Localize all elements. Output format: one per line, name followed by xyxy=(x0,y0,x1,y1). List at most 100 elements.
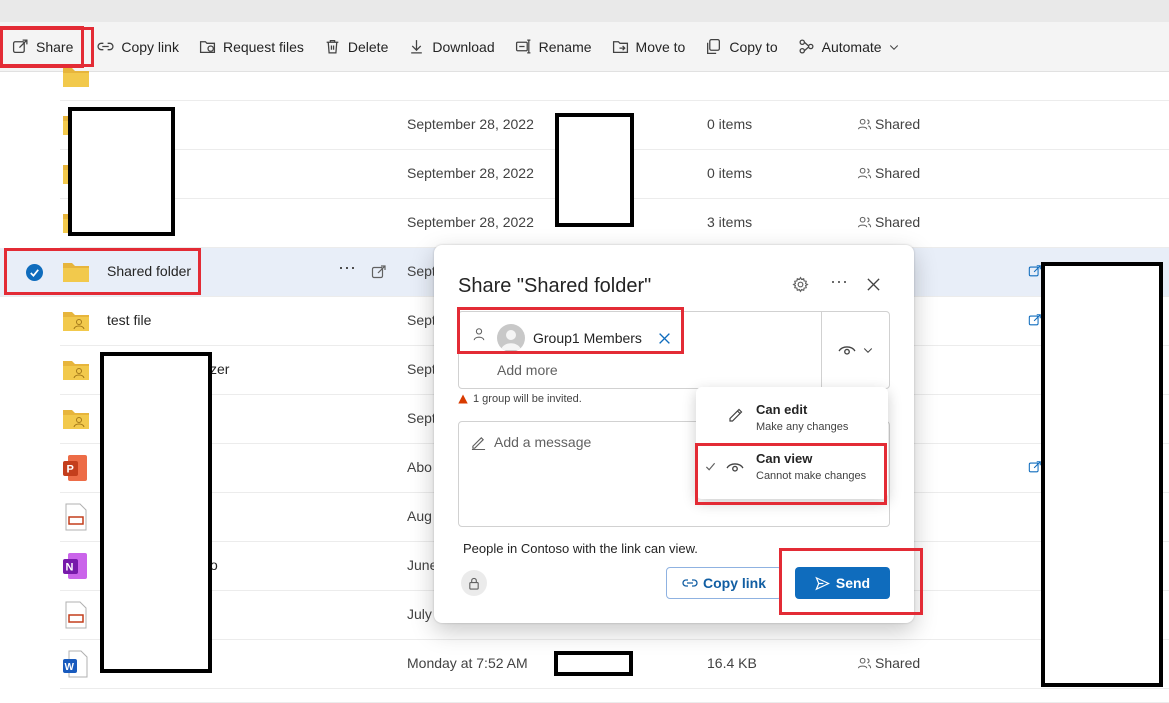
eye-icon xyxy=(726,463,744,472)
recipient-name: Group1 Members xyxy=(533,330,642,346)
rename-icon xyxy=(515,39,531,54)
send-label: Send xyxy=(835,575,871,591)
trash-icon xyxy=(326,40,339,54)
shared-folder-icon xyxy=(62,358,90,382)
share-button[interactable]: Share xyxy=(0,25,85,68)
download-icon xyxy=(411,40,423,54)
menu-item-can-view[interactable]: Can view Cannot make changes xyxy=(696,444,888,494)
menu-item-can-edit[interactable]: Can edit Make any changes xyxy=(696,390,888,440)
folder-icon xyxy=(62,65,90,89)
link-settings-text[interactable]: People in Contoso with the link can view… xyxy=(463,541,698,556)
permission-menu: Can edit Make any changes Can view Canno… xyxy=(696,387,888,499)
permission-dropdown-button[interactable] xyxy=(821,312,890,388)
automate-icon xyxy=(799,39,814,54)
download-label: Download xyxy=(432,38,495,55)
modified-date: Aug xyxy=(407,508,432,524)
modified-date: Abo xyxy=(407,459,432,475)
copy-icon xyxy=(707,38,721,55)
sharing-status: Shared xyxy=(857,655,920,671)
send-button[interactable]: Send xyxy=(795,567,890,599)
link-icon xyxy=(97,42,114,51)
folder-icon xyxy=(62,260,90,284)
invite-warning: 1 group will be invited. xyxy=(458,393,582,405)
sharing-status: Shared xyxy=(857,165,920,181)
eye-icon xyxy=(838,346,856,355)
file-size: 0 items xyxy=(707,116,753,132)
recipient-chip[interactable]: Group1 Members xyxy=(497,322,671,354)
send-icon xyxy=(815,576,830,590)
gear-icon[interactable] xyxy=(792,276,809,293)
file-size: 0 items xyxy=(707,165,753,181)
move-to-label: Move to xyxy=(635,38,686,55)
lock-icon[interactable] xyxy=(461,570,487,596)
download-button[interactable]: Download xyxy=(408,31,495,63)
dialog-title: Share "Shared folder" xyxy=(458,275,652,297)
modified-date: Sept xyxy=(407,312,436,328)
menu-item-subtitle: Make any changes xyxy=(756,421,849,433)
pencil-icon xyxy=(729,408,743,422)
list-item[interactable] xyxy=(60,689,1169,703)
file-size: 3 items xyxy=(707,214,753,230)
folder-move-icon xyxy=(612,41,628,53)
share-icon[interactable] xyxy=(371,264,387,280)
copy-to-button[interactable]: Copy to xyxy=(705,31,778,63)
onenote-icon: N xyxy=(62,552,88,580)
warning-icon xyxy=(458,394,468,404)
svg-text:P: P xyxy=(67,464,74,476)
share-icon xyxy=(1028,314,1041,326)
file-size: 16.4 KB xyxy=(707,655,757,671)
sharing-label: Shared xyxy=(875,165,921,181)
remove-icon[interactable] xyxy=(658,332,671,345)
copy-link-label: Copy link xyxy=(121,38,179,55)
more-options-icon[interactable]: ⋯ xyxy=(338,258,356,279)
modified-date: Sept xyxy=(407,410,436,426)
close-icon[interactable] xyxy=(866,277,881,292)
svg-text:W: W xyxy=(65,662,75,673)
shared-folder-icon xyxy=(62,407,90,431)
automate-label: Automate xyxy=(821,38,882,55)
move-to-button[interactable]: Move to xyxy=(612,31,686,63)
sharing-label: Shared xyxy=(875,655,921,671)
share-icon xyxy=(1028,265,1041,277)
folder-arrow-icon xyxy=(199,41,215,53)
top-strip xyxy=(0,0,1169,22)
copy-link-button[interactable]: Copy link xyxy=(666,567,782,599)
rename-label: Rename xyxy=(538,38,592,55)
file-name[interactable]: zer xyxy=(210,361,229,377)
document-icon xyxy=(64,503,88,531)
share-icon xyxy=(1028,461,1041,473)
sharing-status: Shared xyxy=(857,214,920,230)
redaction-box xyxy=(554,651,633,676)
redaction-box xyxy=(100,352,212,673)
modified-date: Sept xyxy=(407,263,436,279)
copy-link-button[interactable]: Copy link xyxy=(97,31,179,63)
modified-date: July xyxy=(407,606,432,622)
request-files-button[interactable]: Request files xyxy=(199,31,304,63)
link-icon xyxy=(682,579,698,587)
chevron-down-icon xyxy=(863,348,873,353)
copy-to-label: Copy to xyxy=(729,38,778,55)
more-options-icon[interactable]: ⋯ xyxy=(830,272,848,293)
invite-people-field[interactable]: Group1 Members Add more xyxy=(458,311,890,389)
sharing-status: Shared xyxy=(857,116,920,132)
chevron-down-icon xyxy=(889,44,898,50)
redaction-box xyxy=(1041,262,1163,687)
checkmark-icon[interactable] xyxy=(26,264,43,281)
person-icon xyxy=(473,328,485,341)
copy-link-label: Copy link xyxy=(702,575,766,591)
people-icon xyxy=(857,167,872,178)
redaction-box xyxy=(68,107,175,236)
file-name[interactable]: test file xyxy=(107,312,151,328)
people-icon xyxy=(857,118,872,129)
people-icon xyxy=(857,657,872,668)
rename-button[interactable]: Rename xyxy=(515,31,592,63)
modified-date: Sept xyxy=(407,361,436,377)
file-name[interactable]: Shared folder xyxy=(107,263,191,279)
automate-button[interactable]: Automate xyxy=(798,31,900,63)
add-more-input[interactable]: Add more xyxy=(497,362,558,378)
modified-date: September 28, 2022 xyxy=(407,165,534,181)
powerpoint-icon: P xyxy=(62,454,88,482)
list-item[interactable] xyxy=(60,68,1169,101)
delete-button[interactable]: Delete xyxy=(324,31,388,63)
shared-folder-icon xyxy=(62,309,90,333)
